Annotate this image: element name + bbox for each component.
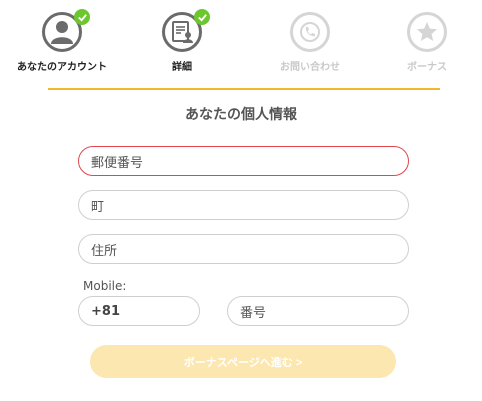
country-code-input[interactable]: +81 — [78, 296, 200, 326]
progress-steps: あなたのアカウント 詳細 お問い合わせ ボーナス — [0, 0, 482, 80]
next-to-bonus-button[interactable]: ボーナスページへ進む > — [90, 345, 396, 378]
step-contact[interactable]: お問い合わせ — [255, 12, 365, 73]
postal-code-placeholder: 郵便番号 — [91, 155, 144, 171]
town-input[interactable]: 町 — [78, 190, 409, 220]
step-label: ボーナス — [407, 62, 447, 73]
postal-code-input[interactable]: 郵便番号 — [78, 146, 409, 176]
step-details[interactable]: 詳細 — [127, 9, 237, 73]
step-bonus[interactable]: ボーナス — [372, 12, 482, 73]
document-user-icon — [162, 9, 210, 52]
star-icon — [407, 12, 447, 52]
check-icon — [194, 9, 210, 25]
check-icon — [74, 9, 90, 25]
country-code-value: +81 — [91, 303, 120, 319]
phone-number-input[interactable]: 番号 — [227, 296, 409, 326]
address-placeholder: 住所 — [91, 243, 118, 259]
section-title: あなたの個人情報 — [185, 107, 297, 123]
step-label: お問い合わせ — [280, 62, 340, 73]
step-label: あなたのアカウント — [17, 62, 107, 73]
progress-divider — [48, 88, 440, 90]
user-icon — [42, 9, 90, 52]
phone-number-placeholder: 番号 — [240, 305, 267, 321]
address-input[interactable]: 住所 — [78, 234, 409, 264]
mobile-label: Mobile: — [83, 279, 127, 293]
step-account[interactable]: あなたのアカウント — [7, 9, 117, 73]
step-label: 詳細 — [172, 62, 192, 73]
phone-icon — [290, 12, 330, 52]
town-placeholder: 町 — [91, 199, 105, 215]
